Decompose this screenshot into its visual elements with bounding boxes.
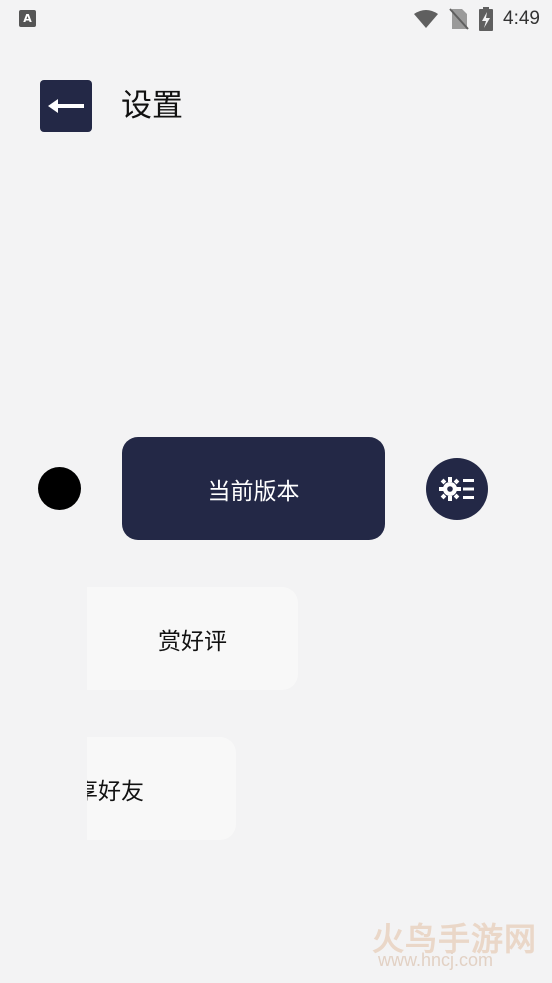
battery-charging-icon — [479, 7, 494, 31]
status-time: 4:49 — [503, 8, 540, 29]
back-button[interactable] — [40, 80, 92, 132]
no-sim-icon — [449, 8, 469, 30]
current-version-button[interactable]: 当前版本 — [122, 437, 385, 540]
rate-app-label: 赏好评 — [158, 628, 227, 655]
page-title: 设置 — [121, 88, 183, 124]
status-icons: 4:49 — [413, 6, 540, 32]
status-bar: A 4:49 — [0, 0, 552, 38]
share-friends-button[interactable]: 享好友 — [87, 737, 236, 840]
rate-app-button[interactable]: 赏好评 — [87, 587, 298, 690]
arrow-left-icon — [48, 99, 84, 113]
settings-button[interactable] — [426, 458, 488, 520]
watermark-url: www.hncj.com — [378, 950, 494, 970]
share-friends-label: 享好友 — [87, 779, 144, 805]
current-version-label: 当前版本 — [207, 478, 300, 505]
app-notification-icon: A — [19, 10, 36, 27]
settings-screen: A 4:49 设置 当前版本 赏好评 好友 火鸟手游网 www.hncj.com — [0, 0, 552, 983]
watermark: 火鸟手游网 www.hncj.com — [372, 914, 542, 974]
gear-list-icon — [439, 477, 474, 501]
black-dot — [38, 467, 81, 510]
wifi-icon — [414, 10, 439, 28]
